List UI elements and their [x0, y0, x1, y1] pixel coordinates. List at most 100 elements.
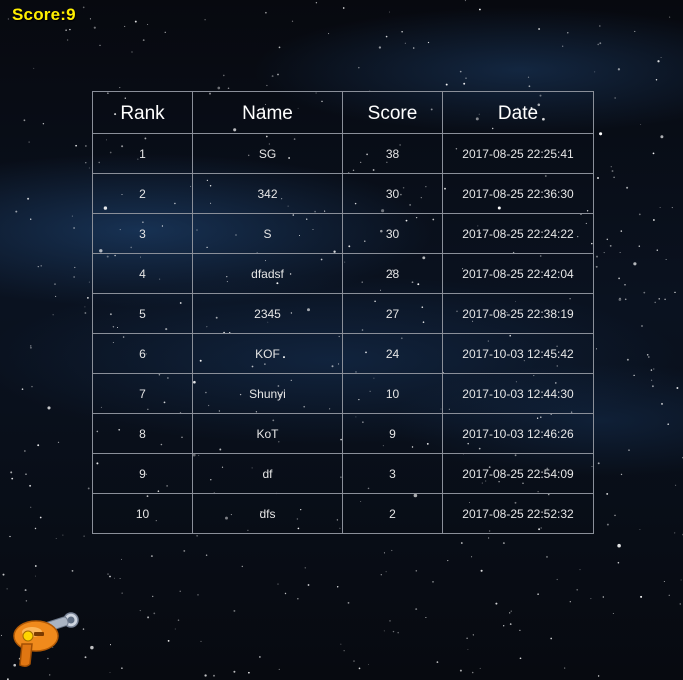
star — [664, 298, 666, 301]
star — [651, 379, 653, 381]
star — [2, 573, 5, 576]
star — [30, 506, 32, 508]
star — [643, 291, 646, 294]
star — [37, 444, 40, 447]
star — [412, 47, 415, 49]
star — [69, 28, 71, 31]
date-cell: 2017-08-25 22:38:19 — [442, 293, 594, 334]
star — [646, 354, 649, 356]
star — [609, 245, 612, 247]
star — [404, 42, 406, 44]
star — [88, 281, 90, 283]
leaderboard-table: Rank Name Score Date 1 SG 38 2017-08-25 … — [92, 91, 594, 534]
star — [124, 25, 126, 27]
rank-cell: 6 — [92, 333, 193, 374]
star — [465, 77, 467, 79]
star — [599, 132, 603, 136]
star — [39, 516, 42, 519]
star — [223, 74, 225, 77]
star — [425, 617, 427, 618]
star — [537, 593, 539, 595]
star — [84, 656, 87, 659]
table-row: 10 dfs 2 2017-08-25 22:52:32 — [92, 493, 594, 534]
star — [562, 45, 564, 47]
star — [663, 581, 665, 583]
star — [674, 291, 676, 294]
score-cell: 30 — [342, 213, 443, 254]
star — [315, 2, 318, 4]
star — [0, 634, 2, 636]
star — [119, 87, 121, 89]
star — [567, 32, 569, 34]
table-row: 1 SG 38 2017-08-25 22:25:41 — [92, 133, 594, 174]
rank-cell: 9 — [92, 453, 193, 494]
star — [71, 215, 73, 217]
star — [658, 298, 660, 300]
star — [459, 70, 462, 73]
star — [427, 41, 430, 44]
star — [660, 135, 664, 139]
star — [30, 345, 32, 347]
star — [467, 648, 469, 650]
star — [669, 16, 671, 18]
name-cell: SG — [192, 133, 343, 174]
ray-gun-icon[interactable] — [8, 608, 82, 670]
star — [271, 75, 274, 78]
table-row: 8 KoT 9 2017-10-03 12:46:26 — [92, 413, 594, 454]
star — [509, 612, 511, 614]
star — [87, 487, 90, 490]
star — [30, 218, 32, 220]
star — [204, 19, 206, 21]
star — [653, 368, 655, 370]
star — [612, 613, 614, 615]
star — [74, 266, 76, 269]
star — [618, 298, 622, 301]
star — [93, 26, 96, 29]
star — [52, 314, 54, 316]
star — [347, 602, 350, 604]
star — [107, 573, 109, 575]
star — [85, 162, 87, 164]
star — [164, 31, 166, 33]
star — [619, 252, 621, 254]
star — [307, 584, 310, 586]
star — [665, 259, 667, 260]
score-cell: 3 — [342, 453, 443, 494]
star — [556, 578, 558, 581]
star — [653, 219, 655, 221]
score-cell: 27 — [342, 293, 443, 334]
star — [445, 83, 448, 86]
star — [432, 581, 434, 583]
star — [614, 97, 616, 99]
star — [668, 594, 670, 596]
star — [659, 206, 661, 208]
star — [177, 619, 180, 621]
star — [297, 598, 299, 600]
star — [10, 471, 13, 474]
table-row: 5 2345 27 2017-08-25 22:38:19 — [92, 293, 594, 334]
star — [595, 265, 598, 268]
star — [667, 423, 670, 426]
star — [527, 76, 530, 78]
star — [25, 473, 27, 476]
star — [478, 8, 481, 11]
star — [340, 643, 342, 645]
header-name: Name — [192, 91, 343, 134]
leaderboard-header-row: Rank Name Score Date — [92, 91, 594, 134]
star — [233, 609, 236, 612]
rank-cell: 8 — [92, 413, 193, 454]
star — [353, 660, 355, 662]
star — [9, 535, 11, 538]
game-stage[interactable]: Score:9 Rank Name Score Date 1 SG 38 201… — [0, 0, 683, 680]
star — [641, 325, 643, 327]
score-cell: 10 — [342, 373, 443, 414]
star — [82, 628, 85, 630]
star — [21, 388, 24, 390]
star — [147, 616, 150, 619]
star — [650, 369, 653, 371]
star — [471, 556, 473, 558]
star — [528, 85, 531, 88]
star — [613, 176, 615, 179]
star — [90, 645, 94, 650]
star — [139, 610, 141, 612]
